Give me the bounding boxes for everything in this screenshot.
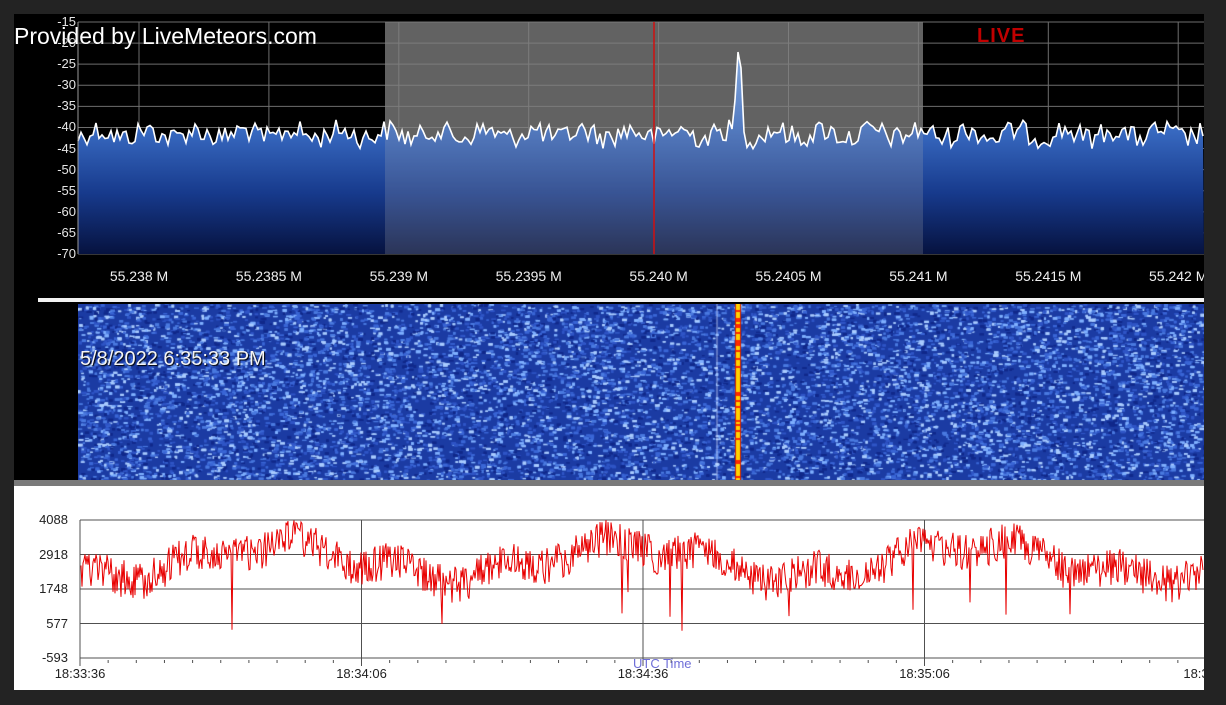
- signal-panel: 4088 2918 1748 577 -593 18:33:36 18:34:06 18:3…: [14, 486, 1204, 690]
- spectrum-y-tick: -30: [57, 77, 76, 93]
- spectrum-y-tick: -50: [57, 161, 76, 177]
- signal-x-tick: 18:35:06: [899, 666, 950, 681]
- spectrum-y-tick: -60: [57, 203, 76, 219]
- waterfall-timestamp: 5/8/2022 6:35:33 PM: [80, 348, 266, 370]
- spectrum-x-tick: 55.2415 M: [1015, 268, 1082, 284]
- signal-y-tick: 577: [46, 615, 68, 631]
- spectrum-x-tick: 55.240 M: [629, 268, 688, 284]
- panel-divider: [38, 298, 1204, 302]
- spectrum-plot: [77, 21, 1204, 255]
- signal-trace: [80, 520, 1204, 631]
- signal-x-tick: 18:34:06: [336, 666, 387, 681]
- spectrum-x-tick: 55.239 M: [369, 268, 428, 284]
- meteor-monitor-frame: -15 -20 -25 -30 -35 -40 -45 -50 -55 -60 -65 -70 55.…: [14, 14, 1204, 690]
- signal-y-tick: 4088: [39, 512, 68, 527]
- utc-axis-label: UTC Time: [633, 656, 692, 671]
- spectrum-x-tick: 55.2395 M: [495, 268, 562, 284]
- signal-x-tick: 18:33:36: [54, 666, 106, 681]
- spectrum-y-tick: -65: [57, 224, 76, 240]
- spectrum-y-tick: -25: [57, 56, 76, 72]
- signal-plot: [79, 519, 1204, 666]
- spectrum-panel: -15 -20 -25 -30 -35 -40 -45 -50 -55 -60 -65 -70 55.…: [14, 14, 1204, 296]
- spectrum-x-tick: 55.2385 M: [235, 268, 302, 284]
- spectrum-y-tick: -40: [57, 119, 76, 135]
- spectrum-y-tick: -70: [57, 246, 76, 261]
- provider-watermark: Provided by LiveMeteors.com: [14, 23, 317, 49]
- spectrum-y-tick: -45: [57, 140, 76, 156]
- signal-y-tick: -593: [41, 650, 68, 665]
- spectrum-x-tick: 55.241 M: [889, 268, 948, 284]
- spectrum-x-tick: 55.2405 M: [755, 268, 822, 284]
- spectrum-y-tick: -35: [57, 98, 76, 114]
- live-indicator: LIVE: [977, 25, 1026, 47]
- spectrum-y-tick: -55: [57, 182, 76, 198]
- waterfall-canvas: [78, 304, 1204, 480]
- spectrum-x-tick: 55.238 M: [109, 268, 169, 284]
- signal-y-tick: 1748: [39, 581, 68, 596]
- waterfall-panel: [78, 304, 1204, 480]
- signal-x-tick: 18:3: [1183, 666, 1204, 681]
- spectrum-x-tick: 55.242 M: [1149, 268, 1204, 284]
- signal-y-tick: 2918: [39, 546, 68, 562]
